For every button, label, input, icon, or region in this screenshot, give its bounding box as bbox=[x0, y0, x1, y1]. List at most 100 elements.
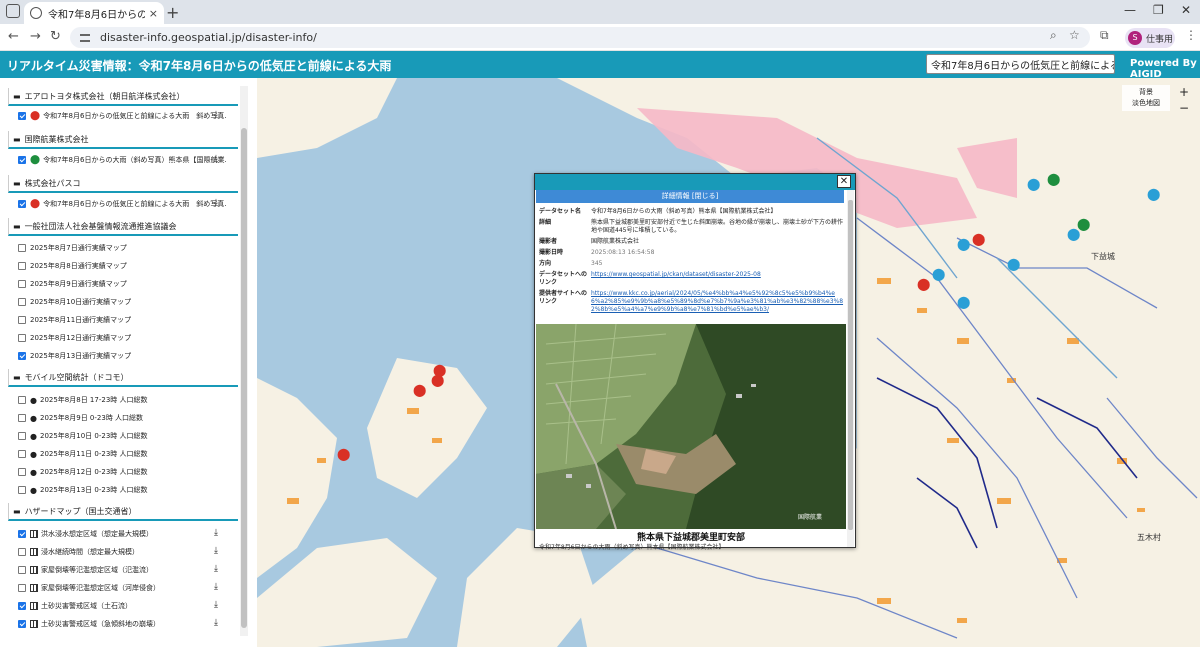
layer-checkbox[interactable] bbox=[18, 244, 26, 252]
layer-checkbox[interactable] bbox=[18, 566, 26, 574]
layer-row[interactable]: 2025年8月12日通行実績マップ bbox=[18, 330, 226, 346]
layer-checkbox[interactable] bbox=[18, 602, 26, 610]
layer-label: 令和7年8月6日からの低気圧と前線による大雨 斜め写真… bbox=[43, 200, 226, 208]
layer-checkbox[interactable] bbox=[18, 334, 26, 342]
layer-row[interactable]: 2025年8月10日通行実績マップ bbox=[18, 294, 226, 310]
map-pin-icon: ⬤ bbox=[30, 155, 41, 165]
layer-row[interactable]: 家屋倒壊等氾濫想定区域（氾濫流） bbox=[18, 562, 226, 578]
layer-checkbox[interactable] bbox=[18, 316, 26, 324]
layer-checkbox[interactable] bbox=[18, 156, 26, 164]
reload-button[interactable]: ↻ bbox=[50, 29, 61, 44]
layer-row[interactable]: ● 2025年8月12日 0-23時 人口総数 bbox=[18, 464, 226, 480]
download-icon[interactable]: ⤓ bbox=[214, 546, 218, 556]
zoom-in-button[interactable]: + bbox=[1177, 86, 1191, 100]
basemap-switcher[interactable]: 背景 淡色地図 bbox=[1122, 85, 1170, 111]
maximize-button[interactable]: ❐ bbox=[1153, 3, 1164, 17]
back-button[interactable]: ← bbox=[8, 29, 19, 44]
layer-checkbox[interactable] bbox=[18, 280, 26, 288]
layer-row[interactable]: ● 2025年8月10日 0-23時 人口総数 bbox=[18, 428, 226, 444]
folder-icon: ▬ bbox=[13, 506, 21, 516]
address-bar[interactable]: disaster-info.geospatial.jp/disaster-inf… bbox=[70, 27, 1090, 48]
folder-icon: ▬ bbox=[13, 372, 21, 382]
layer-checkbox[interactable] bbox=[18, 200, 26, 208]
group-docomo[interactable]: ▬ モバイル空間統計（ドコモ） bbox=[8, 369, 238, 387]
download-icon[interactable]: ⤓ bbox=[214, 528, 218, 538]
layer-row[interactable]: ⬤ 令和7年8月6日からの低気圧と前線による大雨 斜め写真… bbox=[18, 108, 226, 124]
layer-row[interactable]: 家屋倒壊等氾濫想定区域（河岸侵食） bbox=[18, 580, 226, 596]
group-aigid[interactable]: ▬ 一般社団法人社会基盤情報流通推進協議会 bbox=[8, 218, 238, 236]
layer-checkbox[interactable] bbox=[18, 352, 26, 360]
browser-tab[interactable]: 令和7年8月6日からの低気圧と前 × bbox=[24, 2, 164, 24]
layer-checkbox[interactable] bbox=[18, 584, 26, 592]
tile-layer-icon bbox=[30, 620, 38, 628]
browser-menu-icon[interactable]: ⋮ bbox=[1185, 28, 1197, 42]
group-aero-toyota[interactable]: ▬ エアロトヨタ株式会社（朝日航洋株式会社） bbox=[8, 88, 238, 106]
layer-row[interactable]: ● 2025年8月9日 0-23時 人口総数 bbox=[18, 410, 226, 426]
aerial-photo[interactable]: 国際航業 bbox=[536, 324, 846, 529]
layer-checkbox[interactable] bbox=[18, 298, 26, 306]
sidebar-scrollbar[interactable] bbox=[240, 86, 248, 636]
forward-button[interactable]: → bbox=[30, 29, 41, 44]
download-icon[interactable]: ⤓ bbox=[214, 618, 218, 628]
layer-checkbox[interactable] bbox=[18, 548, 26, 556]
bookmark-star-icon[interactable]: ☆ bbox=[1069, 28, 1080, 42]
tab-search-icon[interactable] bbox=[6, 4, 20, 18]
group-hazard-map[interactable]: ▬ ハザードマップ（国土交通省） bbox=[8, 503, 238, 521]
layer-row[interactable]: ● 2025年8月8日 17-23時 人口総数 bbox=[18, 392, 226, 408]
folder-icon: ▬ bbox=[13, 178, 21, 188]
layer-row[interactable]: 2025年8月13日通行実績マップ bbox=[18, 348, 226, 364]
download-icon[interactable]: ⤓ bbox=[214, 154, 218, 164]
download-icon[interactable]: ⤓ bbox=[214, 564, 218, 574]
download-icon[interactable]: ⤓ bbox=[214, 582, 218, 592]
layer-row[interactable]: 浸水継続時間（想定最大規模） bbox=[18, 544, 226, 560]
tab-close-icon[interactable]: × bbox=[149, 7, 158, 20]
layer-row[interactable]: ⬤ 令和7年8月6日からの大雨（斜め写真）熊本県【国際航業… bbox=[18, 152, 226, 168]
site-info-icon[interactable] bbox=[80, 33, 90, 42]
scrollbar-thumb[interactable] bbox=[241, 128, 247, 628]
folder-icon: ▬ bbox=[13, 91, 21, 101]
extensions-icon[interactable]: ⧉ bbox=[1100, 28, 1109, 43]
layer-row[interactable]: 2025年8月8日通行実績マップ bbox=[18, 258, 226, 274]
layer-row[interactable]: ● 2025年8月13日 0-23時 人口総数 bbox=[18, 482, 226, 498]
layer-checkbox[interactable] bbox=[18, 450, 26, 458]
layer-row[interactable]: ● 2025年8月11日 0-23時 人口総数 bbox=[18, 446, 226, 462]
popup-scrollbar[interactable] bbox=[847, 190, 854, 547]
dataset-link[interactable]: https://www.geospatial.jp/ckan/dataset/d… bbox=[591, 271, 844, 287]
download-icon[interactable]: ⤓ bbox=[214, 198, 218, 208]
profile-button[interactable]: S 仕事用 bbox=[1125, 28, 1175, 48]
group-pasco[interactable]: ▬ 株式会社パスコ bbox=[8, 175, 238, 193]
layer-row[interactable]: 土砂災害警戒区域（急傾斜地の崩壊） bbox=[18, 616, 226, 632]
layer-row[interactable]: 2025年8月9日通行実績マップ bbox=[18, 276, 226, 292]
layer-checkbox[interactable] bbox=[18, 486, 26, 494]
provider-link[interactable]: https://www.kkc.co.jp/aerial/2024/05/%e4… bbox=[591, 290, 844, 314]
layer-checkbox[interactable] bbox=[18, 112, 26, 120]
new-tab-button[interactable]: + bbox=[166, 3, 179, 22]
layer-label: 土砂災害警戒区域（急傾斜地の崩壊） bbox=[41, 620, 160, 628]
download-icon[interactable]: ⤓ bbox=[214, 110, 218, 120]
layer-checkbox[interactable] bbox=[18, 396, 26, 404]
zoom-out-button[interactable]: − bbox=[1177, 102, 1191, 116]
layer-checkbox[interactable] bbox=[18, 262, 26, 270]
event-select[interactable]: 令和7年8月6日からの低気圧と前線による大雨 ⌄ bbox=[926, 54, 1115, 74]
layer-row[interactable]: 洪水浸水想定区域（想定最大規模） bbox=[18, 526, 226, 542]
layer-checkbox[interactable] bbox=[18, 414, 26, 422]
close-window-button[interactable]: ✕ bbox=[1181, 3, 1191, 17]
minimize-button[interactable]: — bbox=[1124, 3, 1136, 17]
layer-checkbox[interactable] bbox=[18, 432, 26, 440]
popup-close-button[interactable]: ✕ bbox=[837, 175, 851, 188]
layer-row[interactable]: 2025年8月7日通行実績マップ bbox=[18, 240, 226, 256]
scrollbar-thumb[interactable] bbox=[848, 200, 853, 530]
layer-row[interactable]: 2025年8月11日通行実績マップ bbox=[18, 312, 226, 328]
layer-checkbox[interactable] bbox=[18, 620, 26, 628]
svg-text:⬤: ⬤ bbox=[433, 363, 446, 377]
layer-label: 2025年8月11日通行実績マップ bbox=[30, 316, 132, 324]
layer-row[interactable]: 土砂災害警戒区域（土石流） bbox=[18, 598, 226, 614]
download-icon[interactable]: ⤓ bbox=[214, 600, 218, 610]
layer-checkbox[interactable] bbox=[18, 530, 26, 538]
layer-checkbox[interactable] bbox=[18, 468, 26, 476]
zoom-icon[interactable]: ⌕ bbox=[1050, 28, 1057, 43]
popup-title[interactable]: 詳細情報 [閉じる] bbox=[536, 190, 844, 203]
layer-row[interactable]: ⬤ 令和7年8月6日からの低気圧と前線による大雨 斜め写真… bbox=[18, 196, 226, 212]
layer-label: 令和7年8月6日からの低気圧と前線による大雨 斜め写真… bbox=[43, 112, 226, 120]
group-kokusai-kogyo[interactable]: ▬ 国際航業株式会社 bbox=[8, 131, 238, 149]
